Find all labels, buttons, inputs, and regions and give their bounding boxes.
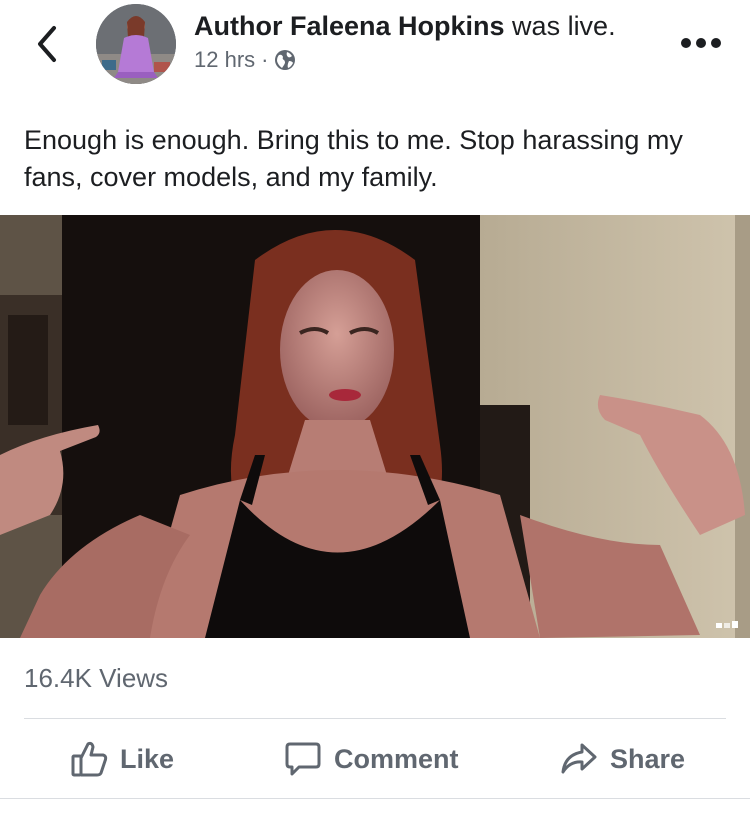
globe-icon: [275, 50, 296, 70]
chevron-left-icon[interactable]: [30, 22, 64, 66]
post-timestamp[interactable]: 12 hrs: [194, 46, 255, 74]
share-label: Share: [610, 743, 686, 774]
author-name[interactable]: Author Faleena Hopkins: [194, 11, 505, 41]
post-action-text: was live.: [504, 11, 616, 41]
post-body-text: Enough is enough. Bring this to me. Stop…: [24, 125, 683, 192]
video-frame: [0, 215, 750, 638]
comment-label: Comment: [334, 743, 459, 774]
avatar[interactable]: [96, 4, 176, 84]
thumbs-up-icon: [71, 741, 108, 777]
bottom-divider: [0, 798, 750, 799]
like-label: Like: [120, 743, 175, 774]
like-button[interactable]: Like: [70, 720, 174, 798]
live-video-player[interactable]: [0, 215, 750, 638]
meta-separator: ·: [261, 47, 269, 72]
view-count: 16.4K Views: [24, 663, 169, 693]
more-dots-icon[interactable]: [678, 30, 724, 56]
post-meta: 12 hrs ·: [194, 46, 296, 74]
comment-bubble-icon: [285, 742, 321, 776]
share-button[interactable]: Share: [560, 720, 685, 798]
divider: [24, 718, 726, 719]
post-header: Author Faleena Hopkins was live. 12 hrs …: [0, 0, 750, 100]
comment-button[interactable]: Comment: [284, 720, 459, 798]
post-title: Author Faleena Hopkins was live.: [194, 10, 616, 42]
action-bar: Like Comment Share: [0, 720, 750, 798]
share-arrow-icon: [561, 743, 597, 774]
